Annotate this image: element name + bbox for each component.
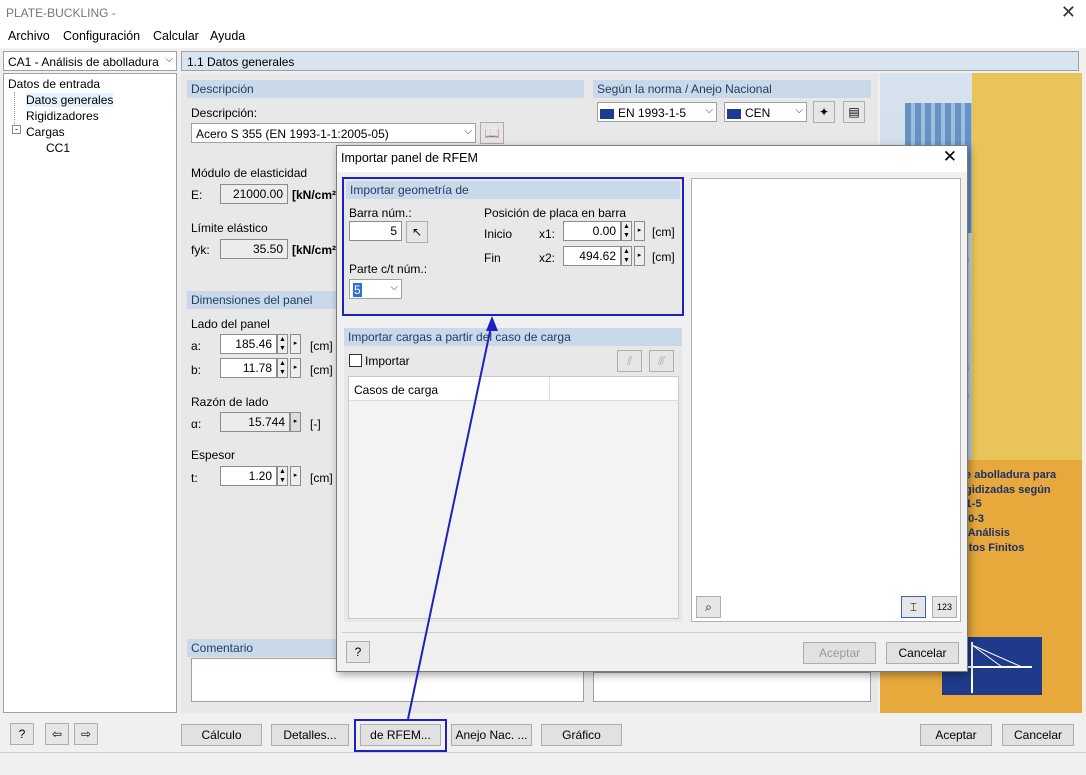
arrow-head	[486, 316, 498, 331]
arrow-line	[407, 321, 493, 720]
annotation-arrow	[407, 316, 498, 720]
